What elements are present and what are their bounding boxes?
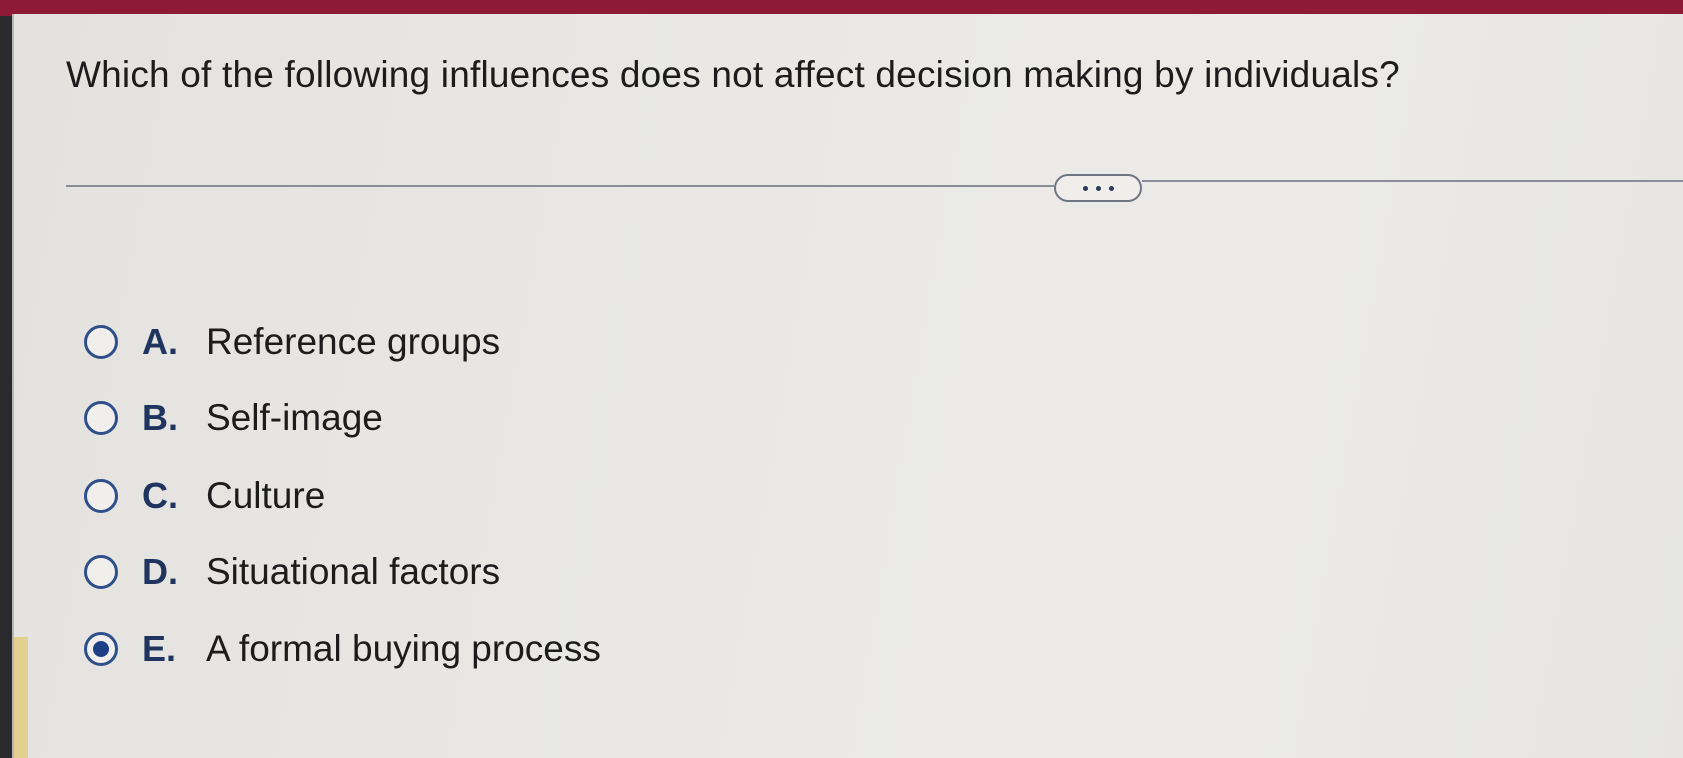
radio-selected-dot bbox=[93, 641, 109, 657]
option-b[interactable]: B. Self-image bbox=[84, 390, 383, 446]
expand-more-button[interactable] bbox=[1054, 174, 1142, 202]
ellipsis-icon bbox=[1082, 185, 1088, 191]
radio-button-d[interactable] bbox=[84, 555, 118, 589]
option-a[interactable]: A. Reference groups bbox=[84, 314, 500, 370]
divider-right bbox=[1142, 180, 1683, 182]
option-letter: D. bbox=[142, 551, 178, 592]
radio-button-c[interactable] bbox=[84, 479, 118, 513]
ellipsis-icon-dot bbox=[1095, 185, 1101, 191]
option-label: Culture bbox=[206, 475, 326, 516]
option-label: A formal buying process bbox=[206, 628, 601, 669]
option-label: Self-image bbox=[206, 397, 383, 438]
option-d[interactable]: D. Situational factors bbox=[84, 544, 500, 600]
ellipsis-icon-dot bbox=[1108, 185, 1114, 191]
question-text: Which of the following influences does n… bbox=[66, 54, 1400, 95]
question-panel: Which of the following influences does n… bbox=[12, 14, 1683, 758]
option-letter: A. bbox=[142, 321, 178, 362]
radio-button-e[interactable] bbox=[84, 632, 118, 666]
divider-left bbox=[66, 185, 1054, 187]
option-c[interactable]: C. Culture bbox=[84, 468, 325, 524]
option-letter: E. bbox=[142, 628, 177, 669]
radio-button-b[interactable] bbox=[84, 401, 118, 435]
side-highlight-strip bbox=[14, 637, 28, 758]
option-e[interactable]: E. A formal buying process bbox=[84, 621, 601, 677]
option-label: Reference groups bbox=[206, 321, 501, 362]
option-letter: C. bbox=[142, 475, 178, 516]
option-label: Situational factors bbox=[206, 551, 501, 592]
option-letter: B. bbox=[142, 397, 178, 438]
radio-button-a[interactable] bbox=[84, 325, 118, 359]
